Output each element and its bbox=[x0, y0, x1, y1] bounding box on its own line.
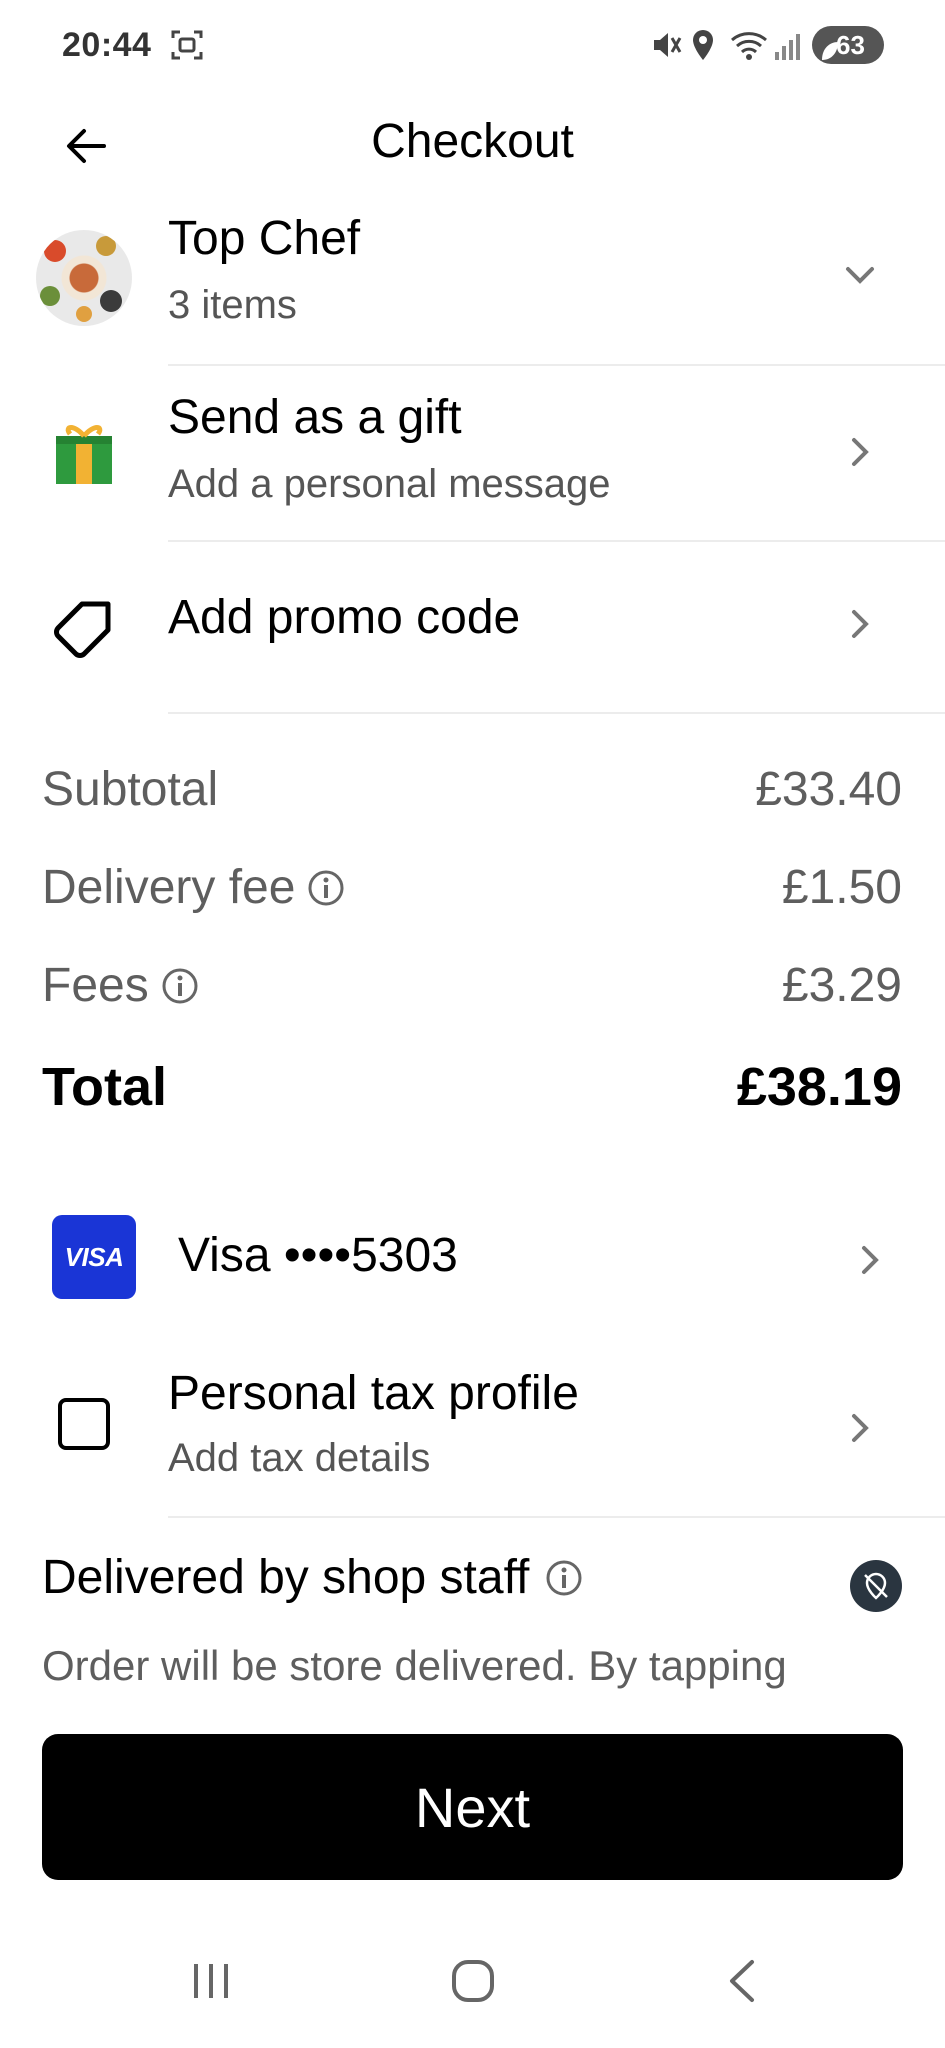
fees-label-text: Fees bbox=[42, 959, 149, 1012]
tag-icon bbox=[52, 596, 114, 665]
store-avatar bbox=[36, 230, 132, 326]
delivery-disclaimer: Order will be store delivered. By tappin… bbox=[42, 1642, 787, 1689]
signal-icon bbox=[774, 28, 802, 67]
divider bbox=[168, 1516, 945, 1518]
store-row[interactable]: Top Chef 3 items bbox=[0, 205, 945, 365]
subtotal-label: Subtotal bbox=[42, 762, 218, 817]
tax-profile-checkbox[interactable] bbox=[58, 1398, 110, 1450]
gift-title: Send as a gift bbox=[168, 391, 462, 444]
delivery-fee-label: Delivery fee bbox=[42, 860, 345, 915]
subtotal-row: Subtotal £33.40 bbox=[42, 762, 902, 822]
battery-level: 63 bbox=[836, 30, 865, 60]
store-name: Top Chef bbox=[168, 212, 361, 265]
visa-card-icon: VISA bbox=[52, 1215, 136, 1299]
checkout-screen: 20:44 63 Checkout Top Chef 3 items Send … bbox=[0, 0, 945, 2048]
store-items-count: 3 items bbox=[168, 283, 297, 327]
recents-icon[interactable] bbox=[188, 1958, 234, 2009]
system-navbar bbox=[0, 1930, 945, 2048]
tax-title: Personal tax profile bbox=[168, 1367, 579, 1420]
gift-icon bbox=[54, 422, 114, 491]
next-button[interactable]: Next bbox=[42, 1734, 903, 1880]
divider bbox=[168, 712, 945, 714]
info-icon[interactable] bbox=[545, 1559, 583, 1597]
chevron-right-icon bbox=[850, 1240, 890, 1280]
delivered-by-title-text: Delivered by shop staff bbox=[42, 1551, 530, 1604]
total-label-text: Total bbox=[42, 1057, 167, 1117]
home-icon[interactable] bbox=[450, 1958, 496, 2009]
info-icon[interactable] bbox=[307, 869, 345, 907]
chevron-down-icon[interactable] bbox=[840, 255, 880, 295]
promo-code-row[interactable]: Add promo code bbox=[0, 542, 945, 712]
payment-method-row[interactable]: VISA Visa ••••5303 bbox=[0, 1190, 945, 1330]
total-value: £38.19 bbox=[736, 1057, 902, 1117]
delivery-fee-row: Delivery fee £1.50 bbox=[42, 860, 902, 920]
tax-profile-row[interactable]: Personal tax profile Add tax details bbox=[0, 1346, 945, 1516]
card-label: Visa ••••5303 bbox=[178, 1229, 458, 1282]
gift-subtitle: Add a personal message bbox=[168, 462, 611, 506]
wifi-icon bbox=[730, 28, 770, 67]
battery-saver-icon bbox=[820, 34, 840, 72]
location-icon bbox=[690, 28, 716, 67]
fees-row: Fees £3.29 bbox=[42, 958, 902, 1018]
fees-value: £3.29 bbox=[781, 959, 902, 1012]
page-title: Checkout bbox=[371, 115, 574, 168]
chevron-right-icon bbox=[840, 1408, 880, 1448]
chevron-right-icon bbox=[840, 432, 880, 472]
send-gift-row[interactable]: Send as a gift Add a personal message bbox=[0, 366, 945, 540]
status-bar: 20:44 63 bbox=[0, 0, 945, 92]
battery-icon: 63 bbox=[812, 26, 884, 64]
subtotal-label-text: Subtotal bbox=[42, 763, 219, 816]
promo-title: Add promo code bbox=[168, 591, 521, 644]
delivery-fee-label-text: Delivery fee bbox=[42, 861, 296, 914]
info-icon[interactable] bbox=[161, 967, 199, 1005]
fees-label: Fees bbox=[42, 958, 199, 1013]
mute-icon bbox=[652, 28, 682, 67]
location-off-icon[interactable] bbox=[850, 1560, 902, 1612]
total-label: Total bbox=[42, 1056, 167, 1118]
back-icon[interactable] bbox=[720, 1958, 766, 2009]
chevron-right-icon bbox=[840, 604, 880, 644]
total-row: Total £38.19 bbox=[42, 1056, 902, 1118]
delivery-fee-value: £1.50 bbox=[781, 861, 902, 914]
screenshot-icon bbox=[170, 28, 204, 67]
subtotal-value: £33.40 bbox=[755, 763, 902, 816]
delivered-by-title: Delivered by shop staff bbox=[42, 1550, 583, 1605]
status-time: 20:44 bbox=[62, 26, 152, 64]
tax-subtitle: Add tax details bbox=[168, 1436, 431, 1480]
